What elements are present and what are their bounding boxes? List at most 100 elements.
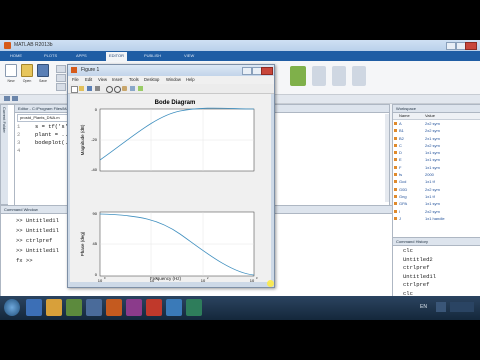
tray-clock[interactable]: [450, 302, 474, 312]
menu-file[interactable]: File: [72, 77, 79, 82]
run-button[interactable]: [290, 66, 306, 86]
rotate-icon[interactable]: [130, 86, 135, 91]
find-files-icon[interactable]: [56, 65, 66, 73]
start-button[interactable]: [4, 299, 20, 316]
menu-desktop[interactable]: Desktop: [144, 77, 159, 82]
figure-close-button[interactable]: [261, 67, 273, 75]
new-button[interactable]: New: [4, 64, 18, 88]
figure-window: Figure 1 File Edit View Insert Tools Des…: [67, 64, 275, 288]
print-figure-icon[interactable]: [95, 86, 100, 91]
workspace-row[interactable]: E 1x1 sym: [393, 156, 480, 163]
workspace-row[interactable]: G0D 2x2 sym: [393, 186, 480, 193]
history-item[interactable]: clc: [403, 247, 436, 256]
menu-view[interactable]: View: [98, 77, 107, 82]
history-item[interactable]: Untitled1l: [403, 273, 436, 282]
workspace-row[interactable]: I 2x2 sym: [393, 208, 480, 215]
taskbar-app-icon[interactable]: [186, 299, 202, 316]
run-section-button[interactable]: [312, 66, 326, 86]
menu-tools[interactable]: Tools: [129, 77, 139, 82]
workspace-row[interactable]: B2 2x1 sym: [393, 135, 480, 142]
workspace-row[interactable]: D 1x1 sym: [393, 149, 480, 156]
taskbar-app-icon[interactable]: [146, 299, 162, 316]
tab-plots[interactable]: PLOTS: [44, 53, 57, 58]
close-button[interactable]: [465, 42, 477, 50]
editor-scrollbar[interactable]: [385, 114, 389, 202]
forward-icon[interactable]: [12, 96, 18, 101]
workspace-row[interactable]: B1 2x2 sym: [393, 127, 480, 134]
tab-view[interactable]: VIEW: [184, 53, 194, 58]
pan-icon[interactable]: [122, 86, 127, 91]
open-button[interactable]: Open: [20, 64, 34, 88]
workspace-row[interactable]: J 1x1 handle: [393, 215, 480, 222]
tab-home[interactable]: HOME: [10, 53, 22, 58]
variable-icon: [394, 209, 397, 213]
minimize-button[interactable]: [446, 42, 456, 50]
save-button[interactable]: Save: [36, 64, 50, 88]
workspace-row[interactable]: GPA 1x1 sym: [393, 200, 480, 207]
workspace-row[interactable]: A 2x2 sym: [393, 120, 480, 127]
variable-icon: [394, 180, 397, 184]
taskbar-folder-icon[interactable]: [46, 299, 62, 316]
workspace-row[interactable]: Gcd 1x1 tf: [393, 178, 480, 185]
taskbar-app-icon[interactable]: [166, 299, 182, 316]
history-item[interactable]: ctrlpref: [403, 264, 436, 273]
run-and-time-button[interactable]: [352, 66, 366, 86]
workspace-row[interactable]: F 1x1 sym: [393, 164, 480, 171]
figure-minimize-button[interactable]: [242, 67, 252, 75]
workspace-col-value[interactable]: Value: [425, 113, 435, 119]
zoom-out-icon[interactable]: [114, 86, 121, 93]
figure-titlebar: Figure 1: [68, 65, 274, 76]
menu-window[interactable]: Window: [166, 77, 181, 82]
workspace-var-value: 1x1 tf: [425, 179, 435, 185]
save-figure-icon[interactable]: [87, 86, 92, 91]
current-folder-panel: Current Folder: [0, 104, 15, 206]
workspace-var-value: 2x2 sym: [425, 142, 440, 148]
workspace-var-value: 1x1 sym: [425, 150, 440, 156]
figure-menubar: File Edit View Insert Tools Desktop Wind…: [68, 76, 274, 84]
menu-help[interactable]: Help: [186, 77, 195, 82]
history-item[interactable]: ctrlpref: [403, 281, 436, 290]
taskbar-media-icon[interactable]: [66, 299, 82, 316]
workspace-row[interactable]: Gng 1x1 tf: [393, 193, 480, 200]
variable-icon: [394, 216, 397, 220]
window-titlebar: MATLAB R2013b: [0, 40, 480, 51]
command-prompt[interactable]: fx >>: [16, 256, 59, 266]
line-number: 4: [17, 147, 21, 154]
variable-icon: [394, 129, 397, 133]
workspace-var-value: 2x2 sym: [425, 121, 440, 126]
taskbar-explorer-icon[interactable]: [26, 299, 42, 316]
taskbar-app-icon[interactable]: [86, 299, 102, 316]
print-icon[interactable]: [56, 83, 66, 91]
new-figure-icon[interactable]: [71, 86, 78, 93]
taskbar-matlab-icon[interactable]: [106, 299, 122, 316]
compare-icon[interactable]: [56, 74, 66, 82]
menu-edit[interactable]: Edit: [85, 77, 92, 82]
data-cursor-icon[interactable]: [138, 86, 143, 91]
workspace-col-name[interactable]: Name: [399, 113, 410, 119]
open-file-icon[interactable]: [79, 86, 84, 91]
tab-apps[interactable]: APPS: [76, 53, 87, 58]
back-icon[interactable]: [4, 96, 10, 101]
command-line: >> Untitled1l: [16, 247, 59, 254]
workspace-var-name: E: [399, 157, 402, 163]
x-tick-exponent: 0: [104, 276, 106, 280]
frequency-xlabel: Frequency (Hz): [150, 276, 182, 281]
command-line: >> ctrlpref: [16, 237, 53, 244]
tray-network-icon[interactable]: [436, 302, 446, 312]
menu-insert[interactable]: Insert: [112, 77, 122, 82]
workspace-header: Name Value: [393, 113, 480, 120]
history-item[interactable]: Untitled2: [403, 256, 436, 265]
workspace-row[interactable]: C 2x2 sym: [393, 142, 480, 149]
workspace-var-value: 2x2 sym: [425, 186, 440, 192]
run-advance-button[interactable]: [332, 66, 346, 86]
taskbar-app-icon[interactable]: [126, 299, 142, 316]
workspace-var-name: GPA: [399, 201, 408, 207]
variable-icon: [394, 122, 397, 125]
editor-file-tab[interactable]: prostd_Plants_DNA.m: [17, 114, 71, 122]
save-icon: [37, 64, 49, 77]
tray-language[interactable]: EN: [420, 304, 427, 310]
zoom-in-icon[interactable]: [106, 86, 113, 93]
workspace-row[interactable]: fs 2000: [393, 171, 480, 178]
x-tick-label: 10: [98, 278, 103, 282]
tab-publish[interactable]: PUBLISH: [144, 53, 161, 58]
